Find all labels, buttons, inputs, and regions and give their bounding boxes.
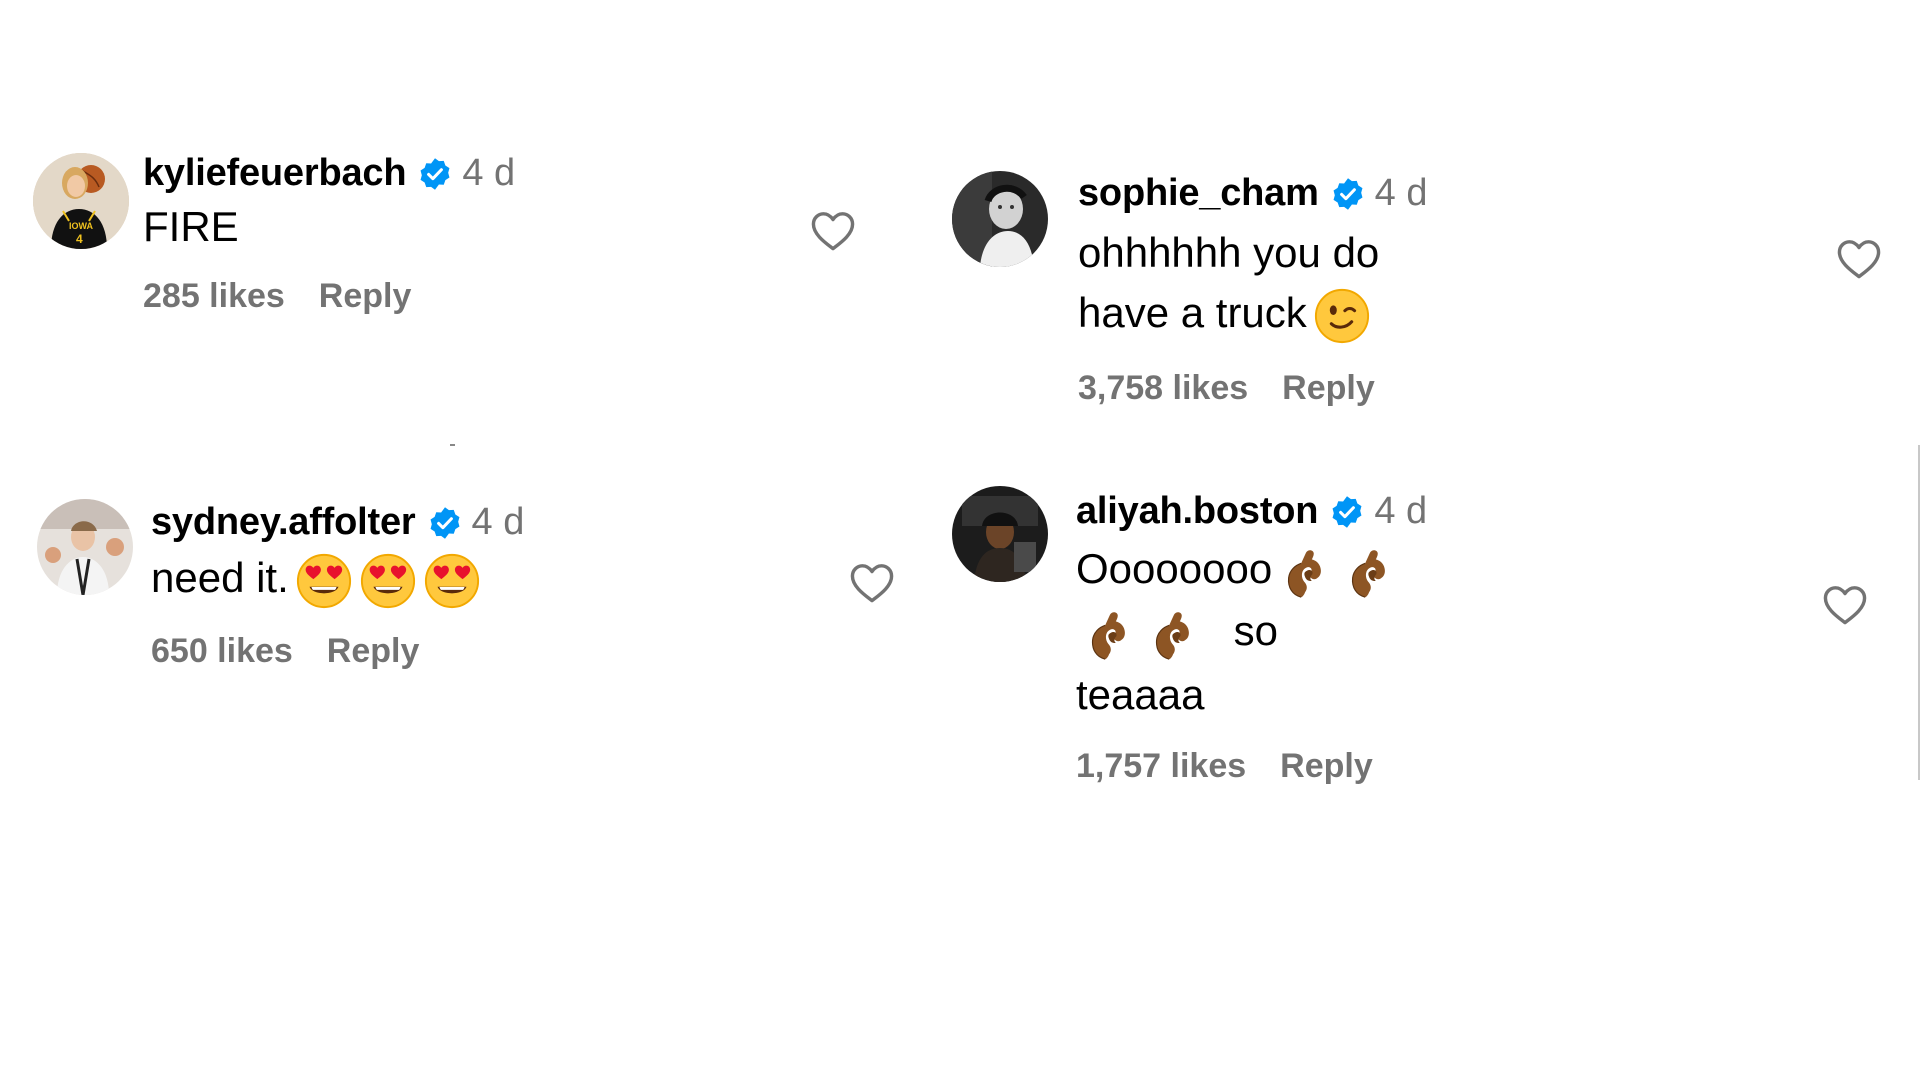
username[interactable]: sophie_cham (1078, 172, 1319, 215)
comment-text: need it. (151, 554, 289, 601)
reply-button[interactable]: Reply (1280, 747, 1373, 786)
heart-eyes-emoji (423, 552, 481, 610)
winking-face-emoji (1313, 287, 1371, 345)
avatar-image: IOWA 4 (33, 153, 129, 249)
comment-text-line1-end: so (1233, 606, 1279, 654)
comment-text-line1: Oooooooo (1076, 545, 1273, 592)
pinching-hand-emoji (1342, 543, 1400, 601)
timestamp: 4 d (1374, 490, 1428, 532)
likes-count[interactable]: 650 likes (151, 632, 293, 671)
comment-body: sydney.affolter 4 d need it. 650 likes R… (151, 501, 524, 671)
timestamp: 4 d (462, 152, 516, 194)
username[interactable]: sydney.affolter (151, 501, 416, 544)
heart-outline-icon[interactable] (849, 562, 895, 604)
comments-screenshot: IOWA 4 kyliefeuerbach 4 d FIRE 285 likes… (0, 0, 1920, 1080)
pinching-hand-emoji (1146, 605, 1204, 663)
heart-outline-icon[interactable] (810, 210, 856, 252)
pinching-hand-emoji (1082, 605, 1140, 663)
comment-text-line2: teaaaa (1076, 670, 1205, 718)
comment-text: FIRE (143, 203, 239, 250)
verified-badge-icon (428, 506, 462, 540)
comment-body: aliyah.boston 4 d Oooooooo so teaaaa 1,7… (1076, 490, 1427, 786)
username[interactable]: aliyah.boston (1076, 490, 1319, 533)
timestamp: 4 d (471, 501, 525, 543)
likes-count[interactable]: 1,757 likes (1076, 747, 1246, 786)
stray-dot (450, 444, 455, 446)
avatar[interactable]: IOWA 4 (33, 153, 129, 249)
avatar[interactable] (37, 499, 133, 595)
likes-count[interactable]: 285 likes (143, 277, 285, 316)
heart-eyes-emoji (359, 552, 417, 610)
verified-badge-icon (1331, 177, 1365, 211)
avatar[interactable] (952, 171, 1048, 267)
heart-outline-icon[interactable] (1836, 238, 1882, 280)
heart-outline-icon[interactable] (1822, 584, 1868, 626)
reply-button[interactable]: Reply (327, 632, 420, 671)
reply-button[interactable]: Reply (1282, 369, 1375, 408)
timestamp: 4 d (1374, 172, 1428, 214)
svg-text:4: 4 (76, 232, 83, 246)
verified-badge-icon (418, 157, 452, 191)
avatar-image (37, 499, 133, 595)
reply-button[interactable]: Reply (319, 277, 412, 316)
verified-badge-icon (1330, 495, 1364, 529)
avatar-image (952, 171, 1048, 267)
avatar-image (952, 486, 1048, 582)
svg-text:IOWA: IOWA (69, 221, 93, 231)
avatar[interactable] (952, 486, 1048, 582)
comment-body: kyliefeuerbach 4 d FIRE 285 likes Reply (143, 152, 515, 316)
username[interactable]: kyliefeuerbach (143, 152, 407, 195)
likes-count[interactable]: 3,758 likes (1078, 369, 1248, 408)
heart-eyes-emoji (295, 552, 353, 610)
comment-body: sophie_cham 4 d ohhhhhh you do have a tr… (1078, 172, 1428, 408)
pinching-hand-emoji (1278, 543, 1336, 601)
